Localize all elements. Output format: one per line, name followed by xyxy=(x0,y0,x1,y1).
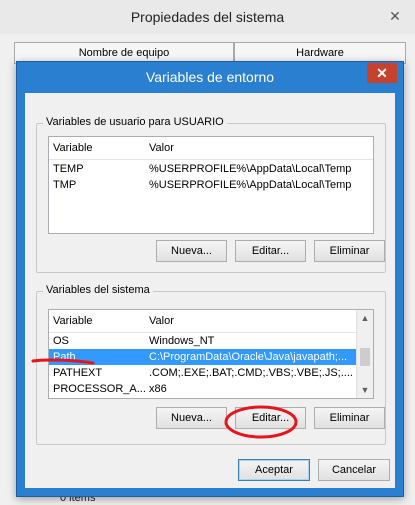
table-row[interactable]: PATHEXT .COM;.EXE;.BAT;.CMD;.VBS;.VBE;.J… xyxy=(49,365,357,381)
variable-cell: PATHEXT xyxy=(53,367,103,379)
variable-cell: TEMP xyxy=(53,163,84,175)
vertical-scrollbar[interactable]: ▲ ▼ xyxy=(356,310,373,398)
variable-cell: PROCESSOR_A... xyxy=(53,383,145,395)
user-edit-button[interactable]: Editar... xyxy=(235,240,306,262)
table-row[interactable]: TMP %USERPROFILE%\AppData\Local\Temp xyxy=(49,177,373,193)
environment-variables-dialog: Variables de entorno ✕ Variables de usua… xyxy=(16,61,404,497)
dialog-title: Variables de entorno xyxy=(145,69,275,85)
column-header-variable[interactable]: Variable xyxy=(53,142,93,154)
user-variables-list[interactable]: Variable Valor TEMP %USERPROFILE%\AppDat… xyxy=(48,136,374,234)
column-header-variable[interactable]: Variable xyxy=(53,315,93,327)
value-cell: C:\ProgramData\Oracle\Java\javapath;... xyxy=(149,351,348,363)
value-cell: %USERPROFILE%\AppData\Local\Temp xyxy=(149,163,352,175)
table-row[interactable]: OS Windows_NT xyxy=(49,333,357,349)
value-cell: Windows_NT xyxy=(149,335,215,347)
user-delete-button[interactable]: Eliminar xyxy=(314,240,385,262)
cancel-button[interactable]: Cancelar xyxy=(318,459,390,481)
scroll-up-icon[interactable]: ▲ xyxy=(357,310,373,326)
scroll-thumb[interactable] xyxy=(360,348,370,366)
table-row[interactable]: TEMP %USERPROFILE%\AppData\Local\Temp xyxy=(49,161,373,177)
table-row-selected[interactable]: Path C:\ProgramData\Oracle\Java\javapath… xyxy=(49,349,357,365)
value-cell: .COM;.EXE;.BAT;.CMD;.VBS;.VBE;.JS;.... xyxy=(149,367,353,379)
value-cell: x86 xyxy=(149,383,167,395)
variable-cell: TMP xyxy=(53,179,77,191)
list-header: Variable Valor xyxy=(49,310,357,333)
column-header-value[interactable]: Valor xyxy=(149,315,174,327)
close-icon[interactable]: ✕ xyxy=(367,63,397,83)
system-variables-legend: Variables del sistema xyxy=(43,284,153,296)
variable-cell: OS xyxy=(53,335,69,347)
variable-cell: Path xyxy=(53,351,76,363)
user-new-button[interactable]: Nueva... xyxy=(156,240,227,262)
system-edit-button[interactable]: Editar... xyxy=(235,407,306,429)
dialog-body: Variables de usuario para USUARIO Variab… xyxy=(25,93,395,488)
system-properties-close-icon[interactable]: ✕ xyxy=(385,6,405,26)
list-header: Variable Valor xyxy=(49,137,373,160)
table-row[interactable]: PROCESSOR_A... x86 xyxy=(49,381,357,397)
user-variables-legend: Variables de usuario para USUARIO xyxy=(43,116,227,128)
system-new-button[interactable]: Nueva... xyxy=(156,407,227,429)
scroll-down-icon[interactable]: ▼ xyxy=(357,382,373,398)
accept-button[interactable]: Aceptar xyxy=(238,459,310,481)
user-variables-group: Variables de usuario para USUARIO Variab… xyxy=(36,116,386,273)
column-header-value[interactable]: Valor xyxy=(149,142,174,154)
system-delete-button[interactable]: Eliminar xyxy=(314,407,385,429)
system-properties-title: Propiedades del sistema xyxy=(0,0,415,34)
system-variables-list[interactable]: Variable Valor OS Windows_NT Path C:\Pro… xyxy=(48,309,374,399)
value-cell: %USERPROFILE%\AppData\Local\Temp xyxy=(149,179,352,191)
system-variables-group: Variables del sistema Variable Valor OS … xyxy=(36,284,386,445)
